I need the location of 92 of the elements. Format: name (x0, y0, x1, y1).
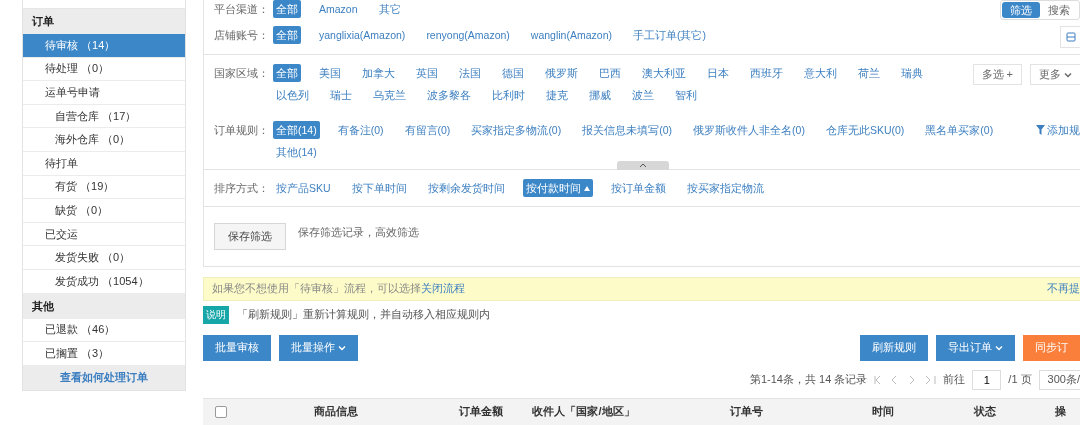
filter-option[interactable]: 波多黎各 (424, 86, 474, 104)
action-button[interactable]: 刷新规则 (860, 334, 928, 361)
filter-option[interactable]: 有备注(0) (334, 121, 387, 139)
sort-option[interactable]: 按订单金额 (607, 179, 669, 197)
filter-option[interactable]: 日本 (704, 64, 732, 82)
action-button[interactable]: 批量审核 (203, 334, 271, 361)
filter-option[interactable]: 美国 (316, 64, 344, 82)
filter-option[interactable]: 全部 (273, 26, 301, 44)
add-rule-link[interactable]: 添加规 (1036, 121, 1080, 139)
save-filter-button[interactable]: 保存筛选 (214, 223, 286, 250)
filter-option[interactable]: 报关信息未填写(0) (579, 121, 676, 139)
filter-option[interactable]: 俄罗斯 (542, 64, 581, 82)
column-header: 状态 (972, 404, 997, 420)
collapse-panel-button[interactable] (1060, 26, 1080, 48)
filter-label: 平台渠道： (214, 2, 270, 17)
filter-option[interactable]: 买家指定多物流(0) (468, 121, 565, 139)
filter-option[interactable]: 俄罗斯收件人非全名(0) (690, 121, 808, 139)
filter-option[interactable]: 法国 (456, 64, 484, 82)
column-header: 收件人「国家/地区」 (531, 404, 636, 420)
sort-option[interactable]: 按买家指定物流 (683, 179, 767, 197)
filter-option[interactable]: wanglin(Amazon) (527, 26, 615, 44)
explain-badge: 说明 (203, 305, 229, 324)
action-button[interactable]: 同步订 (1023, 334, 1080, 361)
filter-option[interactable]: 瑞典 (898, 64, 926, 82)
page-size-select[interactable]: 300条/ (1038, 369, 1080, 390)
filter-option[interactable]: 澳大利亚 (639, 64, 689, 82)
page-input[interactable]: 1 (972, 369, 1002, 390)
filter-option[interactable]: 有留言(0) (401, 121, 454, 139)
sidebar-item[interactable]: 待审核 （14） (23, 34, 185, 58)
filter-option[interactable]: 全部 (273, 0, 301, 18)
filter-option[interactable]: 挪威 (586, 86, 614, 104)
filter-option[interactable]: 智利 (672, 86, 700, 104)
filter-option[interactable]: yanglixia(Amazon) (316, 26, 409, 44)
sidebar-section-title: 其他 (23, 293, 185, 319)
sort-up-icon (583, 185, 590, 191)
filter-option[interactable]: 其它 (375, 0, 404, 18)
multi-select-button[interactable]: 多选 + (972, 64, 1022, 85)
filter-option[interactable]: 仓库无此SKU(0) (822, 121, 908, 139)
column-header: 订单号 (728, 404, 764, 420)
filter-option[interactable]: 意大利 (801, 64, 840, 82)
filter-option[interactable]: 全部 (273, 64, 301, 82)
filter-option[interactable]: 黑名单买家(0) (922, 121, 997, 139)
column-header: 商品信息 (313, 404, 359, 420)
record-summary: 第1-14条，共 14 条记录 (749, 372, 868, 388)
column-header: 操 (1055, 404, 1067, 420)
sort-option[interactable]: 按付款时间 (522, 179, 593, 197)
filter-option[interactable]: 手工订单(其它) (629, 26, 709, 44)
filter-option[interactable]: 比利时 (489, 86, 528, 104)
filter-option[interactable]: 乌克兰 (370, 86, 409, 104)
sort-option[interactable]: 按产品SKU (273, 179, 334, 197)
notice-text: 如果您不想使用「待审核」流程，可以选择 (212, 281, 421, 297)
page-total: /1 页 (1008, 372, 1032, 388)
filter-label: 店铺账号： (214, 28, 270, 43)
more-button[interactable]: 更多 (1030, 64, 1080, 85)
select-all-checkbox[interactable] (215, 405, 227, 418)
column-header: 订单金额 (458, 404, 504, 420)
filter-option[interactable]: 加拿大 (359, 64, 398, 82)
close-flow-link[interactable]: 关闭流程 (421, 281, 465, 297)
filter-option[interactable]: 西班牙 (747, 64, 786, 82)
filter-option[interactable]: 波兰 (629, 86, 657, 104)
filter-option[interactable]: 荷兰 (855, 64, 883, 82)
sort-option[interactable]: 按剩余发货时间 (424, 179, 508, 197)
filter-option[interactable]: 德国 (499, 64, 527, 82)
sort-label: 排序方式： (214, 181, 270, 196)
filter-option[interactable]: Amazon (316, 0, 361, 18)
filter-option[interactable]: 巴西 (596, 64, 624, 82)
sidebar-section-title: 订单 (23, 9, 185, 34)
dismiss-link[interactable]: 不再提 (1047, 281, 1080, 297)
filter-option[interactable]: 瑞士 (327, 86, 355, 104)
action-button[interactable]: 导出订单 (936, 334, 1015, 361)
filter-option[interactable]: renyong(Amazon) (423, 26, 513, 44)
filter-label: 订单规则： (214, 123, 270, 138)
chevron-up-icon (639, 163, 647, 168)
goto-label: 前往 (943, 372, 966, 388)
action-button[interactable]: 批量操作 (279, 334, 358, 361)
panel-icon (1065, 32, 1076, 42)
help-link[interactable]: 查看如何处理订单 (23, 365, 185, 390)
filter-label: 国家区域： (214, 66, 270, 81)
column-header: 时间 (871, 404, 895, 420)
filter-option[interactable]: 全部(14) (273, 121, 320, 139)
chevron-down-icon (1064, 71, 1072, 78)
save-filter-hint: 保存筛选记录，高效筛选 (298, 225, 419, 240)
view-tab[interactable]: 筛选 (1002, 2, 1040, 18)
filter-option[interactable]: 以色列 (273, 86, 312, 104)
sort-option[interactable]: 按下单时间 (348, 179, 410, 197)
explain-text: 「刷新规则」重新计算规则，并自动移入相应规则内 (237, 307, 490, 323)
filter-option[interactable]: 捷克 (543, 86, 571, 104)
filter-option[interactable]: 其他(14) (273, 143, 320, 161)
collapse-tab[interactable] (617, 161, 669, 170)
filter-icon (1036, 125, 1045, 135)
pager-arrows-icon[interactable] (874, 374, 937, 385)
filter-option[interactable]: 英国 (413, 64, 441, 82)
